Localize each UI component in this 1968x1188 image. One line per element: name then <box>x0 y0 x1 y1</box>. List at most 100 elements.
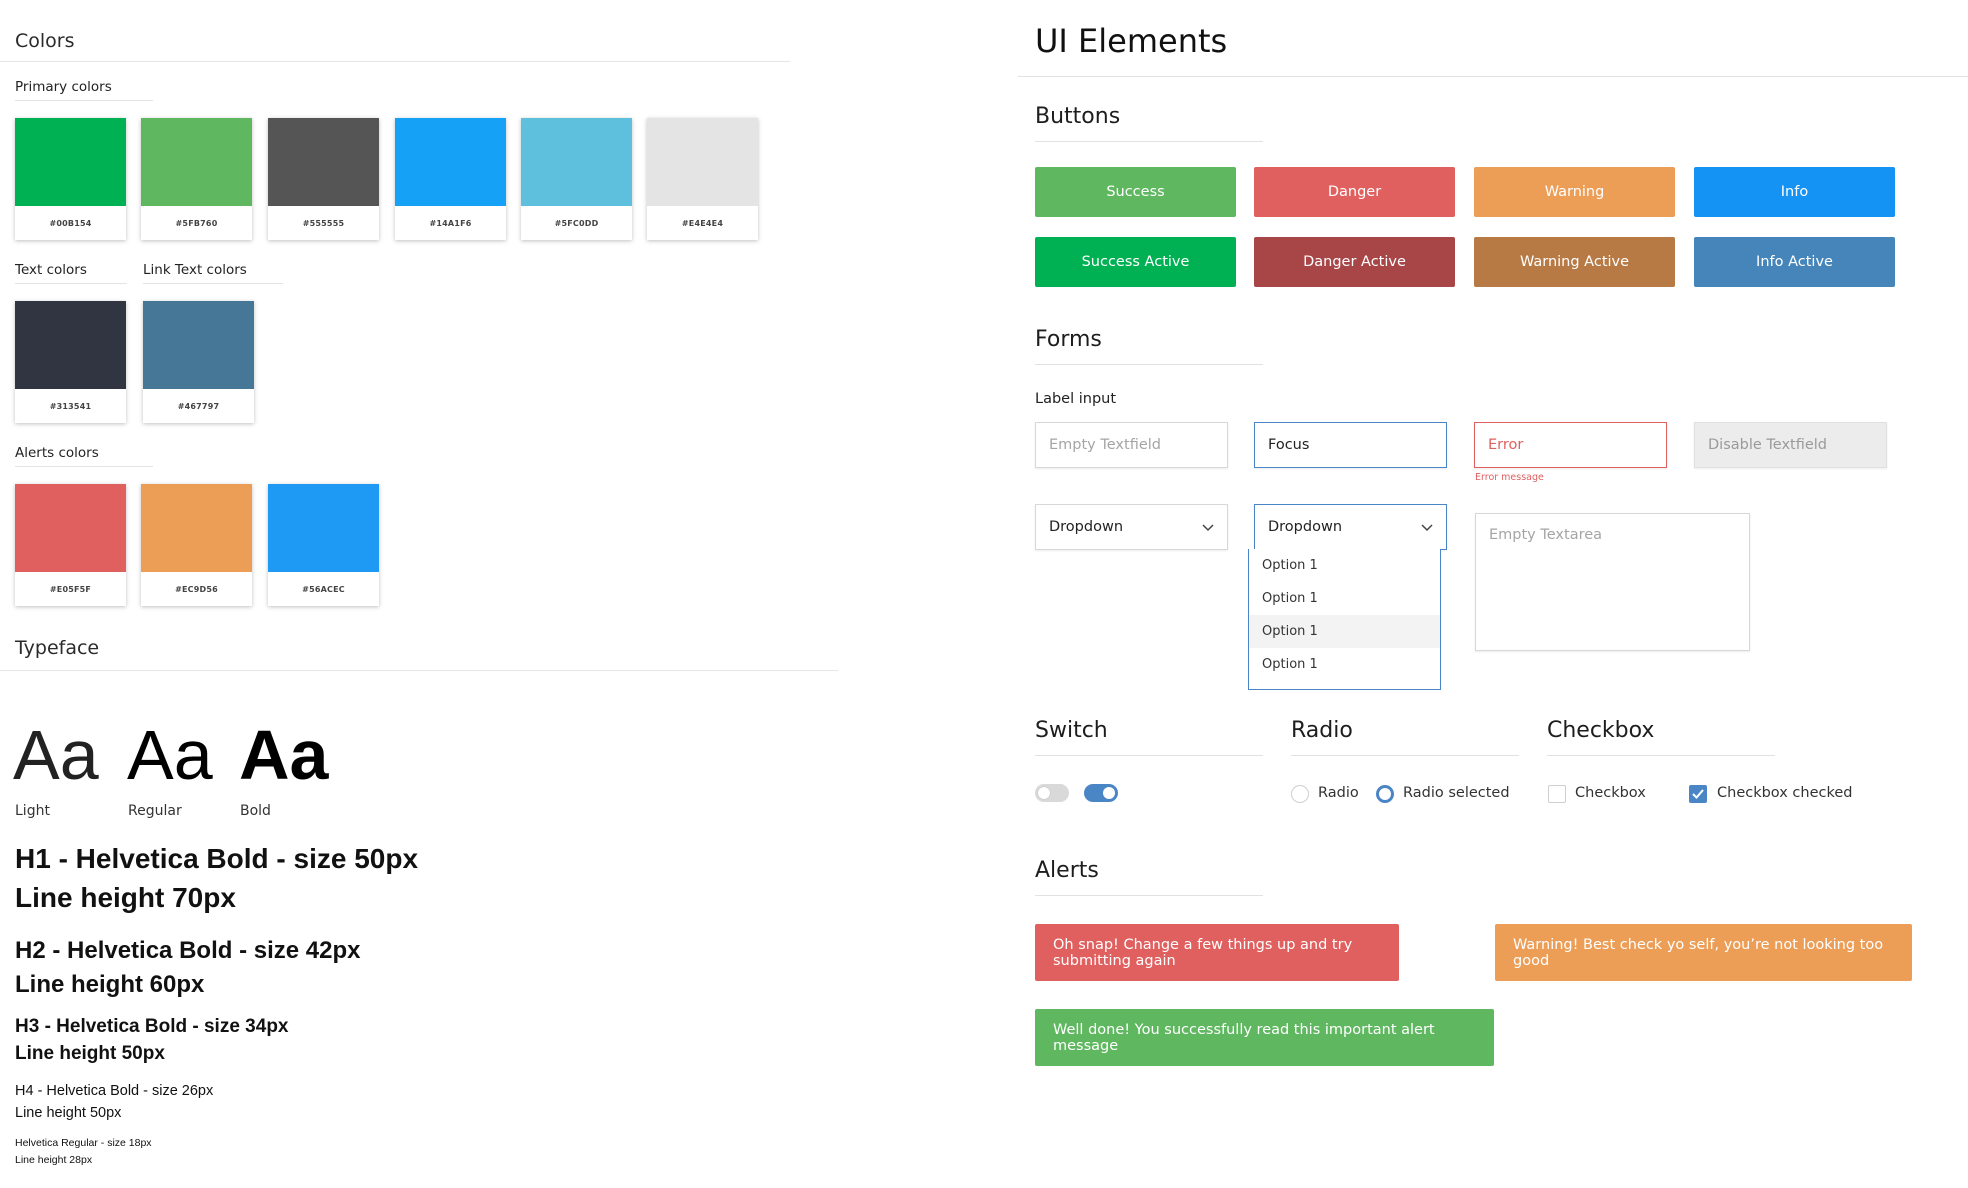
typeface-sample-regular: Aa <box>127 716 213 794</box>
divider <box>1018 76 1968 77</box>
radio-button-selected[interactable] <box>1376 785 1394 803</box>
divider <box>1291 755 1519 756</box>
check-icon <box>1692 789 1704 799</box>
empty-textarea[interactable]: Empty Textarea <box>1475 513 1750 651</box>
warning-active-button[interactable]: Warning Active <box>1474 237 1675 287</box>
dropdown-closed[interactable]: Dropdown <box>1035 504 1228 550</box>
dropdown-option[interactable]: Option 1 <box>1249 582 1440 615</box>
buttons-heading: Buttons <box>1035 104 1121 129</box>
divider <box>0 61 790 62</box>
divider <box>1035 141 1263 142</box>
typeface-heading: Typeface <box>15 637 100 659</box>
focus-textfield[interactable]: Focus <box>1254 422 1447 468</box>
warning-alert: Warning! Best check yo self, you’re not … <box>1495 924 1912 981</box>
checkbox-checked[interactable] <box>1689 785 1707 803</box>
swatch-chip <box>15 118 126 206</box>
swatch-chip <box>15 484 126 572</box>
radio-selected-label: Radio selected <box>1403 785 1510 801</box>
divider <box>15 466 153 467</box>
swatch-hex: #14A1F6 <box>429 219 472 228</box>
ui-elements-heading: UI Elements <box>1035 22 1228 60</box>
body-spec: Helvetica Regular - size 18px <box>15 1137 152 1149</box>
error-message: Error message <box>1475 472 1544 483</box>
switch-heading: Switch <box>1035 718 1108 743</box>
disabled-textfield: Disable Textfield <box>1694 422 1887 468</box>
ui-elements-panel: UI Elements Buttons Success Danger Warni… <box>1018 0 1968 1188</box>
color-swatch: #14A1F6 <box>395 118 506 240</box>
dropdown-option[interactable]: Option 1 <box>1249 615 1440 648</box>
dropdown-value: Dropdown <box>1268 519 1343 535</box>
h4-spec: H4 - Helvetica Bold - size 26px <box>15 1083 214 1099</box>
checkbox-label: Checkbox <box>1575 785 1646 801</box>
danger-button[interactable]: Danger <box>1254 167 1455 217</box>
swatch-chip <box>141 484 252 572</box>
divider <box>0 670 838 671</box>
divider <box>1035 755 1263 756</box>
empty-textfield[interactable]: Empty Textfield <box>1035 422 1228 468</box>
checkbox-heading: Checkbox <box>1547 718 1655 743</box>
checkbox[interactable] <box>1548 785 1566 803</box>
swatch-chip <box>268 118 379 206</box>
typeface-caption: Regular <box>128 803 182 819</box>
forms-heading: Forms <box>1035 327 1102 352</box>
input-label: Label input <box>1035 391 1117 407</box>
success-button[interactable]: Success <box>1035 167 1236 217</box>
divider <box>143 283 283 284</box>
swatch-hex: #5FB760 <box>175 219 218 228</box>
dropdown-option[interactable]: Option 1 <box>1249 549 1440 582</box>
color-swatch: #E05F5F <box>15 484 126 606</box>
swatch-chip <box>15 301 126 389</box>
switch-knob <box>1038 787 1050 799</box>
primary-colors-heading: Primary colors <box>15 79 112 95</box>
h2-spec-line-height: Line height 60px <box>15 971 205 998</box>
swatch-hex: #56ACEC <box>302 585 345 594</box>
swatch-hex: #5FC0DD <box>554 219 599 228</box>
success-active-button[interactable]: Success Active <box>1035 237 1236 287</box>
h4-spec-line-height: Line height 50px <box>15 1105 122 1121</box>
color-swatch: #56ACEC <box>268 484 379 606</box>
color-swatch: #467797 <box>143 301 254 423</box>
switch-off[interactable] <box>1035 784 1069 802</box>
h1-spec-line-height: Line height 70px <box>15 882 236 913</box>
swatch-hex: #00B154 <box>49 219 92 228</box>
warning-button[interactable]: Warning <box>1474 167 1675 217</box>
swatch-chip <box>521 118 632 206</box>
danger-active-button[interactable]: Danger Active <box>1254 237 1455 287</box>
dropdown-value: Dropdown <box>1049 519 1124 535</box>
color-swatch: #5FC0DD <box>521 118 632 240</box>
divider <box>1035 364 1263 365</box>
body-spec-line-height: Line height 28px <box>15 1154 93 1166</box>
h2-spec: H2 - Helvetica Bold - size 42px <box>15 937 361 964</box>
text-colors-heading: Text colors <box>15 262 87 278</box>
link-text-colors-heading: Link Text colors <box>143 262 247 278</box>
alerts-heading: Alerts <box>1035 858 1099 883</box>
success-alert: Well done! You successfully read this im… <box>1035 1009 1494 1066</box>
color-swatch: #555555 <box>268 118 379 240</box>
divider <box>15 283 127 284</box>
radio-heading: Radio <box>1291 718 1353 743</box>
divider <box>1547 755 1775 756</box>
danger-alert: Oh snap! Change a few things up and try … <box>1035 924 1399 981</box>
swatch-chip <box>395 118 506 206</box>
typeface-sample-light: Aa <box>13 716 99 794</box>
swatch-chip <box>268 484 379 572</box>
switch-on[interactable] <box>1084 784 1118 802</box>
swatch-hex: #467797 <box>177 402 220 411</box>
info-button[interactable]: Info <box>1694 167 1895 217</box>
color-swatch: #EC9D56 <box>141 484 252 606</box>
dropdown-option[interactable]: Option 1 <box>1249 648 1440 681</box>
divider <box>15 100 153 101</box>
switch-knob <box>1103 787 1115 799</box>
h3-spec: H3 - Helvetica Bold - size 34px <box>15 1016 289 1037</box>
dropdown-open[interactable]: Dropdown <box>1254 504 1447 550</box>
swatch-chip <box>647 118 758 206</box>
radio-button[interactable] <box>1291 785 1309 803</box>
style-guide-panel: Colors Primary colors #00B154 #5FB760 #5… <box>0 0 840 1188</box>
error-textfield[interactable]: Error <box>1474 422 1667 468</box>
swatch-hex: #E4E4E4 <box>681 219 724 228</box>
color-swatch: #00B154 <box>15 118 126 240</box>
checkbox-checked-label: Checkbox checked <box>1717 785 1853 801</box>
swatch-hex: #555555 <box>302 219 345 228</box>
swatch-chip <box>141 118 252 206</box>
info-active-button[interactable]: Info Active <box>1694 237 1895 287</box>
